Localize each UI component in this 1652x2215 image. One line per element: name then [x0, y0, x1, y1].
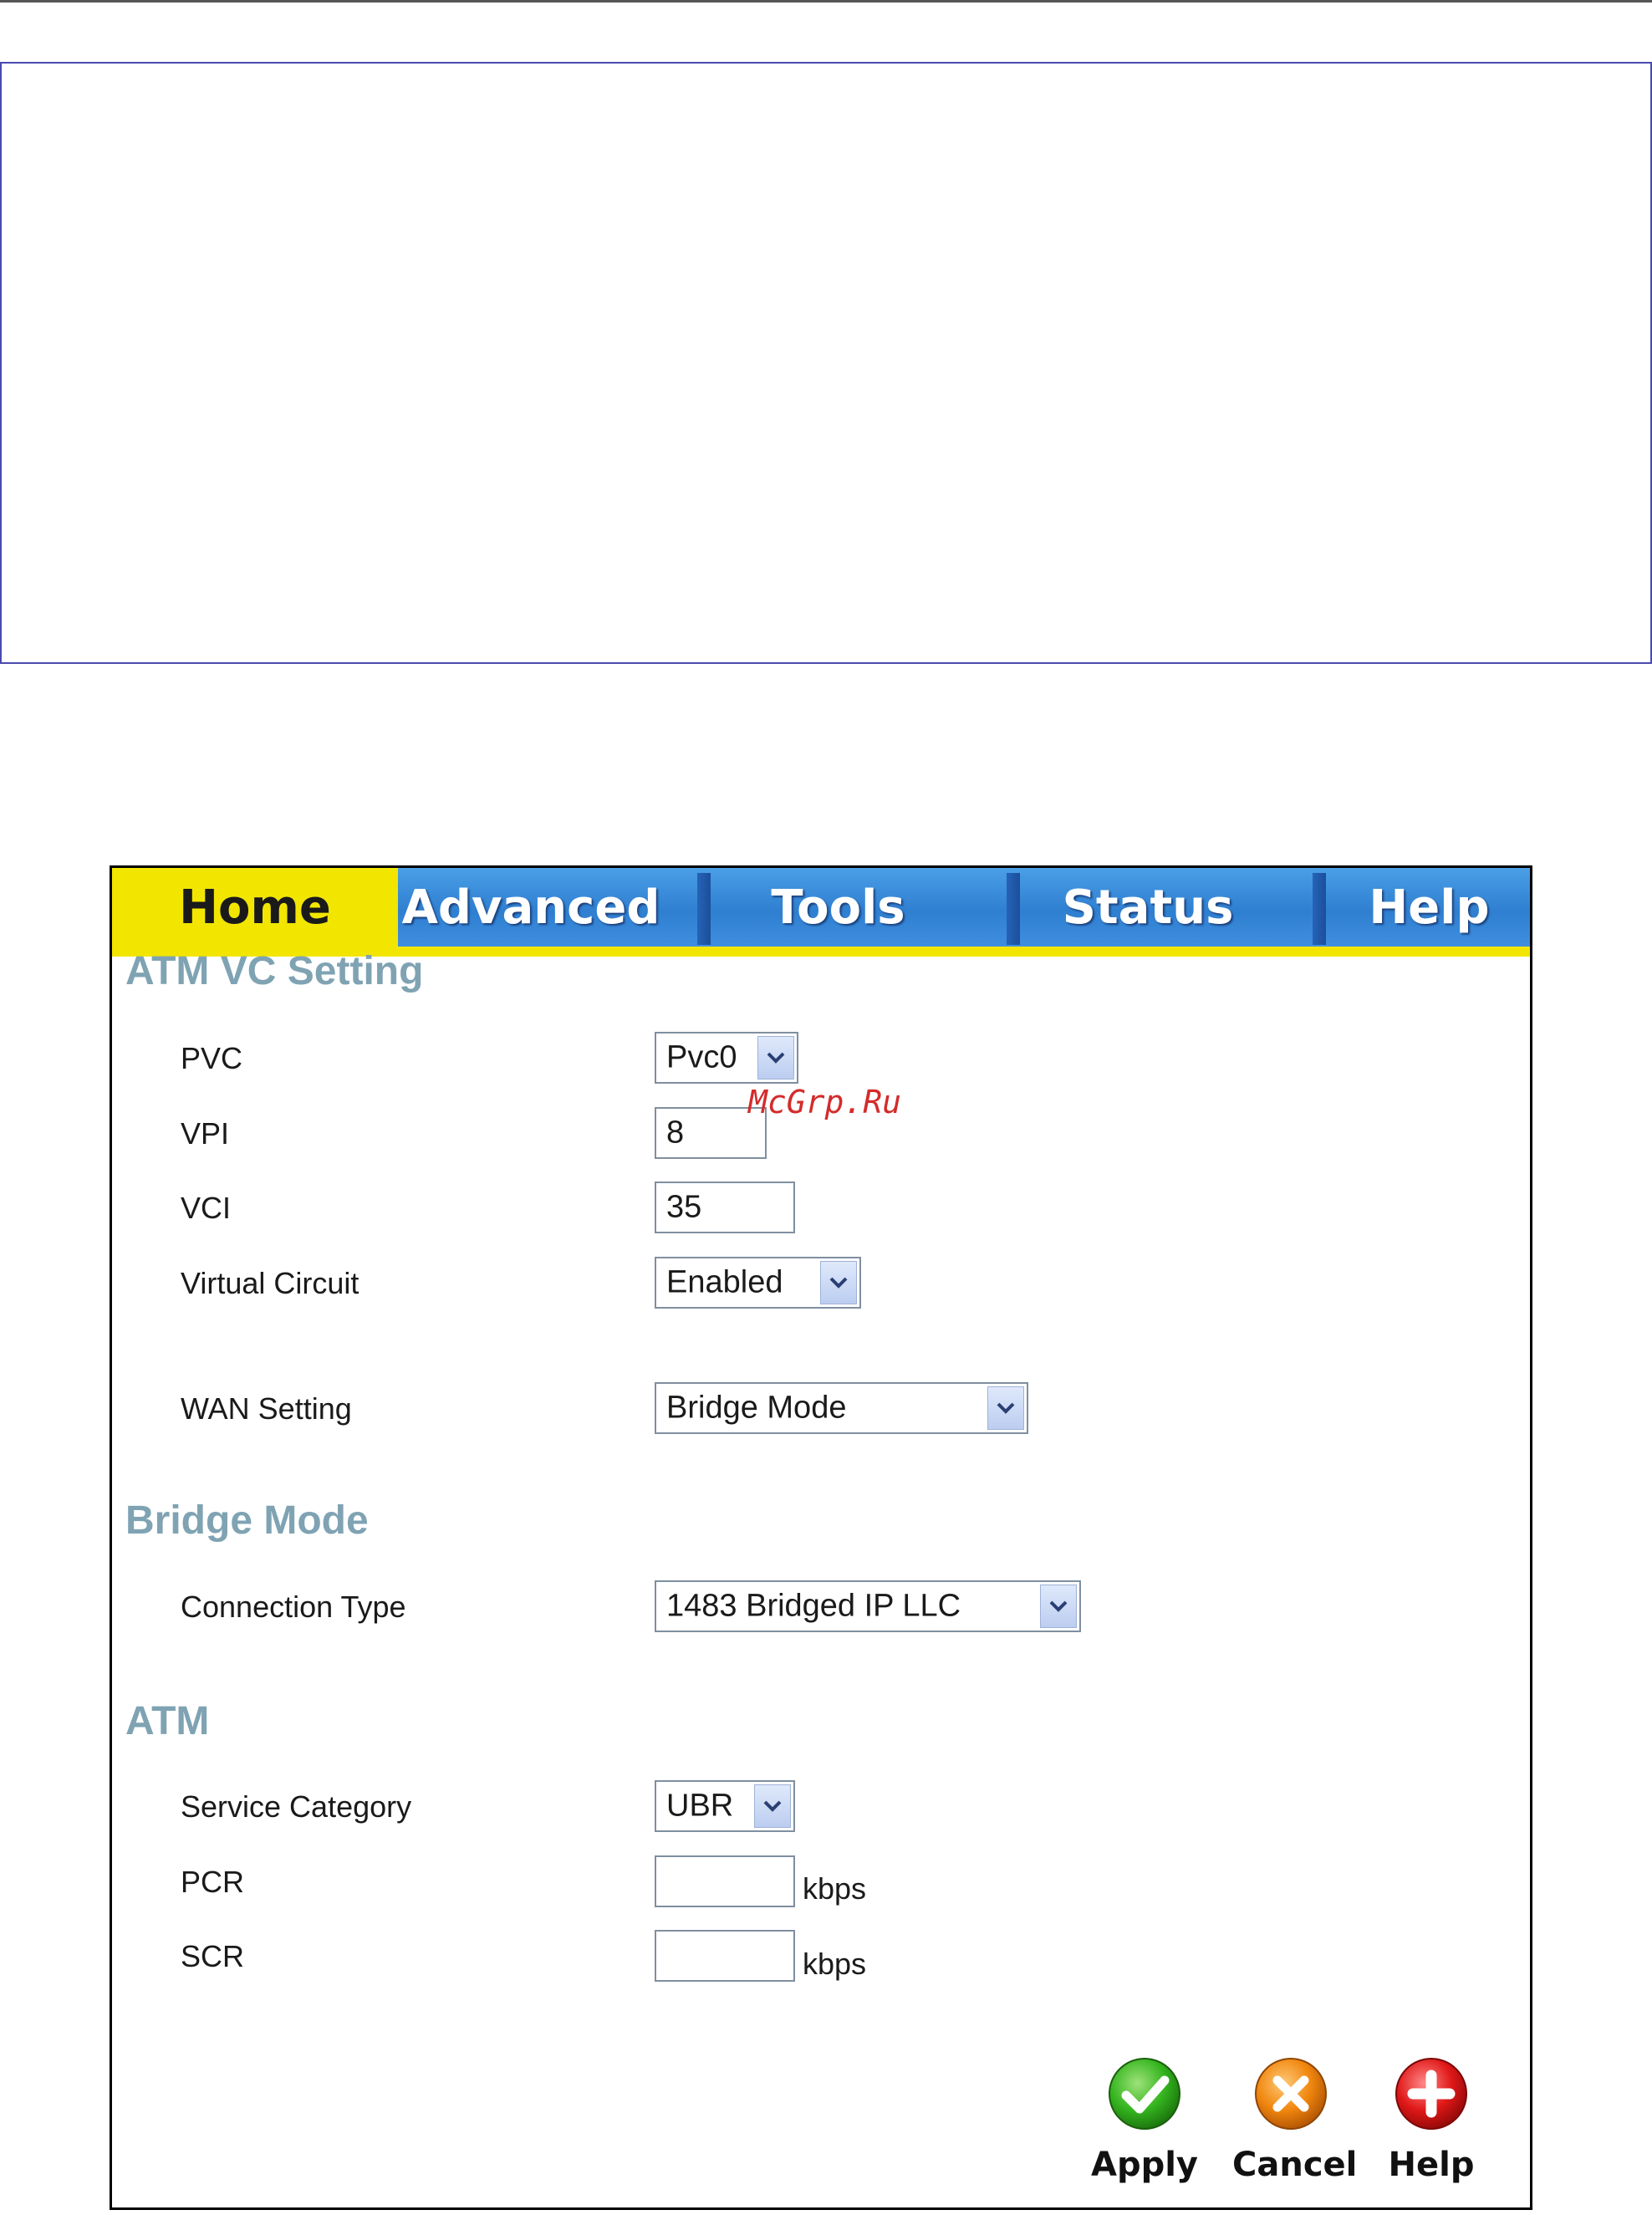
- service-category-label: Service Category: [181, 1789, 412, 1824]
- top-rule: [0, 0, 1652, 3]
- apply-label: Apply: [1090, 2146, 1198, 2184]
- tab-status[interactable]: Status: [1020, 868, 1276, 947]
- virtual-circuit-label: Virtual Circuit: [181, 1266, 359, 1300]
- chevron-down-icon: [754, 1784, 791, 1828]
- tab-tools[interactable]: Tools: [711, 868, 966, 947]
- connection-type-select[interactable]: 1483 Bridged IP LLC: [655, 1580, 1081, 1632]
- vci-input-value: 35: [666, 1189, 702, 1225]
- wan-setting-select-value: Bridge Mode: [666, 1390, 847, 1426]
- section-title-atm: ATM: [125, 1699, 210, 1743]
- check-icon: [1109, 2058, 1180, 2130]
- tab-home[interactable]: Home: [112, 868, 398, 947]
- virtual-circuit-select[interactable]: Enabled: [655, 1257, 861, 1309]
- scr-unit: kbps: [803, 1947, 867, 1981]
- pvc-select-value: Pvc0: [666, 1039, 737, 1075]
- chevron-down-icon: [757, 1036, 794, 1079]
- service-category-select-value: UBR: [666, 1788, 734, 1824]
- help-button[interactable]: Help: [1373, 2055, 1490, 2197]
- scr-input[interactable]: [655, 1930, 795, 1982]
- tab-separator: [1007, 873, 1020, 945]
- tab-advanced[interactable]: Advanced: [401, 868, 660, 947]
- connection-type-label: Connection Type: [181, 1590, 406, 1624]
- blank-frame: [0, 62, 1652, 664]
- vci-input[interactable]: 35: [655, 1182, 795, 1233]
- wan-setting-select[interactable]: Bridge Mode: [655, 1382, 1028, 1434]
- tab-separator: [1313, 873, 1326, 945]
- router-config-panel: Home Advanced Tools Status Help ATM VC S…: [110, 865, 1532, 2210]
- tab-separator: [697, 873, 711, 945]
- vpi-label: VPI: [181, 1116, 230, 1151]
- connection-type-select-value: 1483 Bridged IP LLC: [666, 1588, 961, 1624]
- wan-setting-label: WAN Setting: [181, 1391, 352, 1426]
- virtual-circuit-select-value: Enabled: [666, 1264, 783, 1300]
- watermark: McGrp.Ru: [748, 1084, 902, 1120]
- pvc-label: PVC: [181, 1041, 243, 1075]
- tab-help[interactable]: Help: [1326, 868, 1532, 947]
- chevron-down-icon: [1040, 1585, 1077, 1628]
- apply-button[interactable]: Apply: [1086, 2055, 1203, 2197]
- plus-icon: [1395, 2058, 1467, 2130]
- service-category-select[interactable]: UBR: [655, 1780, 795, 1832]
- pvc-select[interactable]: Pvc0: [655, 1032, 798, 1084]
- pcr-label: PCR: [181, 1865, 245, 1899]
- chevron-down-icon: [987, 1386, 1024, 1430]
- section-title-atm-vc-setting: ATM VC Setting: [125, 949, 424, 993]
- cancel-button[interactable]: Cancel: [1232, 2055, 1358, 2197]
- section-title-bridge-mode: Bridge Mode: [125, 1498, 369, 1543]
- x-icon: [1255, 2058, 1327, 2130]
- pcr-input[interactable]: [655, 1855, 795, 1907]
- help-label: Help: [1388, 2146, 1475, 2184]
- vpi-input-value: 8: [666, 1115, 685, 1151]
- pcr-unit: kbps: [803, 1871, 867, 1906]
- vci-label: VCI: [181, 1191, 232, 1225]
- cancel-label: Cancel: [1232, 2146, 1358, 2184]
- chevron-down-icon: [820, 1261, 857, 1304]
- scr-label: SCR: [181, 1939, 245, 1973]
